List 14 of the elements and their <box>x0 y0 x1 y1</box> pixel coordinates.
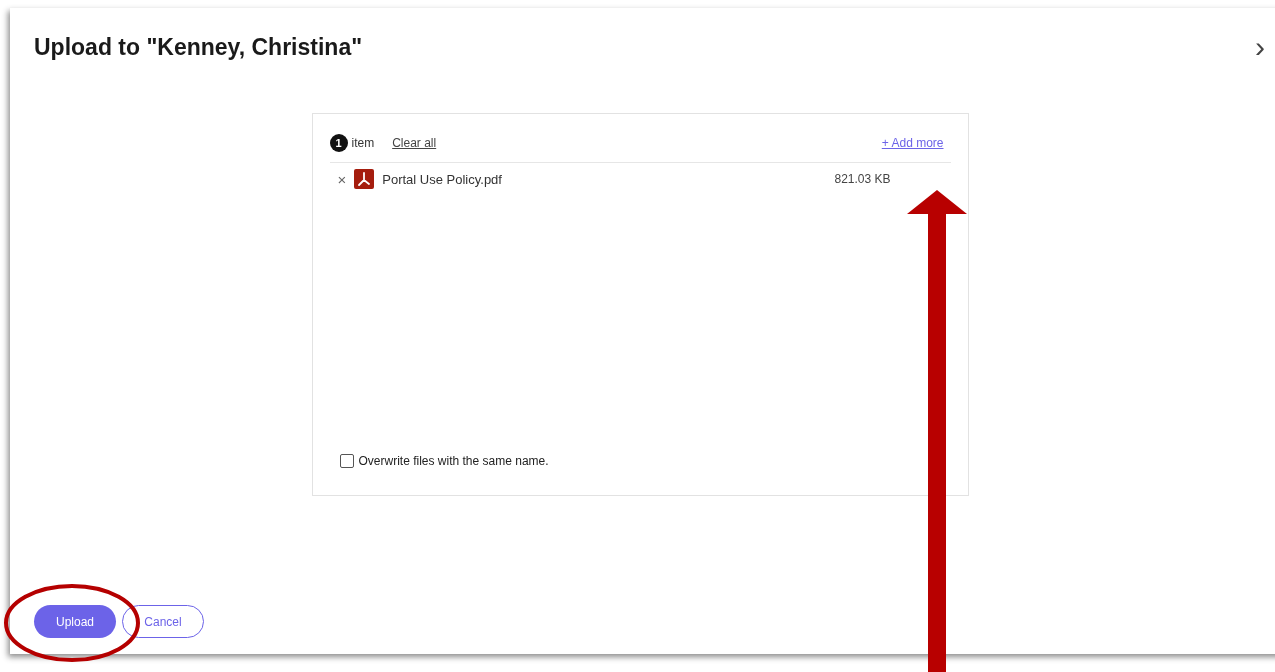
file-size: 821.03 KB <box>834 172 891 186</box>
item-count-badge: 1 <box>329 134 348 152</box>
item-count-label: item <box>351 136 375 150</box>
cancel-button[interactable]: Cancel <box>122 605 204 638</box>
remove-file-button[interactable]: × <box>337 170 347 188</box>
overwrite-checkbox[interactable] <box>339 454 354 468</box>
upload-button[interactable]: Upload <box>34 605 116 638</box>
add-more-link[interactable]: + Add more <box>881 136 944 150</box>
collapse-button[interactable]: › <box>1243 32 1275 62</box>
overwrite-label: Overwrite files with the same name. <box>358 454 549 468</box>
clear-all-link[interactable]: Clear all <box>392 136 437 150</box>
dialog-title: Upload to "Kenney, Christina" <box>34 33 363 61</box>
pdf-icon <box>354 169 375 189</box>
file-name: Portal Use Policy.pdf <box>382 171 502 187</box>
